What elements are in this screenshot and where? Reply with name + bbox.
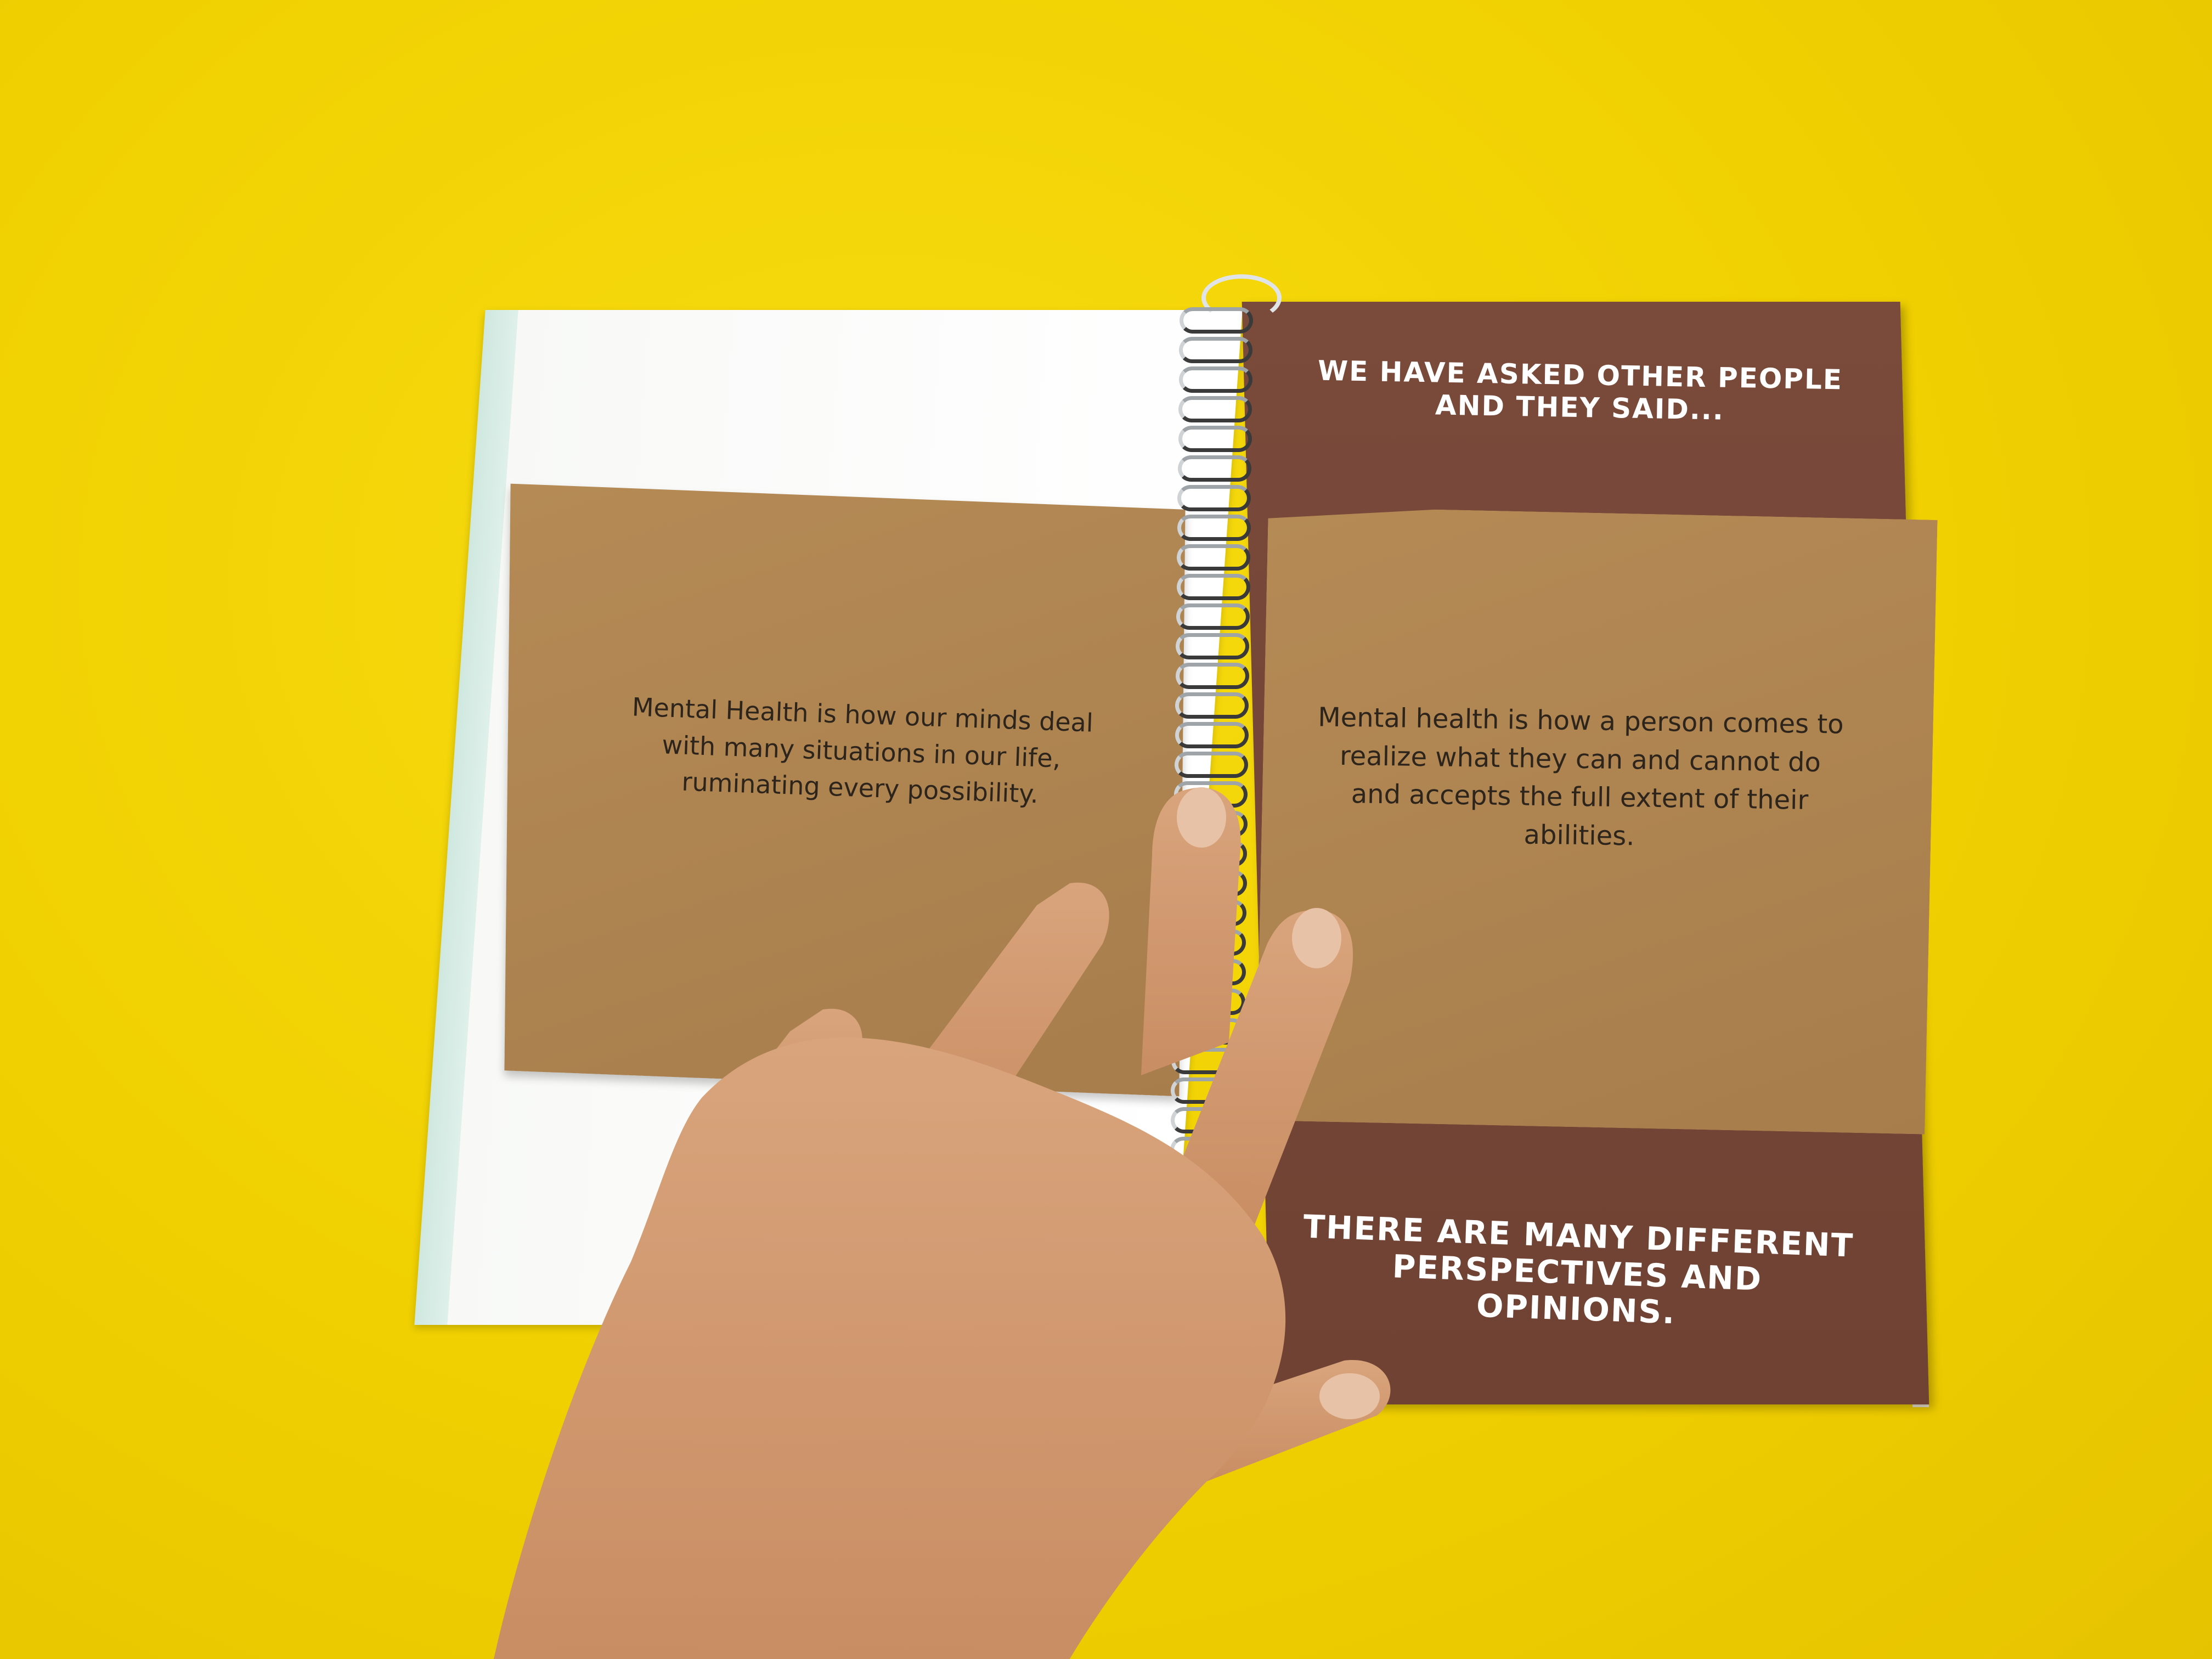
spiral-coil bbox=[1170, 1137, 1244, 1163]
spiral-coil bbox=[1177, 515, 1251, 541]
spiral-coil bbox=[1168, 1314, 1242, 1341]
spiral-coil bbox=[1170, 1107, 1244, 1133]
spiral-coil bbox=[1178, 366, 1252, 393]
spiral-coil bbox=[1172, 989, 1246, 1015]
left-quote: Mental Health is how our minds deal with… bbox=[631, 692, 1094, 809]
spiral-coil bbox=[1175, 722, 1249, 748]
spiral-coil bbox=[1178, 455, 1251, 482]
spiral-coil bbox=[1176, 633, 1250, 659]
spiral-coil bbox=[1178, 396, 1252, 422]
spiral-coil bbox=[1169, 1285, 1243, 1311]
top-headline: WE HAVE ASKED OTHER PEOPLE AND THEY SAID… bbox=[1317, 354, 1843, 426]
spiral-coil bbox=[1176, 574, 1250, 600]
spiral-coil bbox=[1171, 1048, 1245, 1074]
spiral-coil bbox=[1175, 692, 1249, 719]
spiral-coil bbox=[1172, 929, 1246, 956]
spiral-coil bbox=[1176, 603, 1250, 630]
spiral-coil bbox=[1169, 1226, 1243, 1252]
spiral-coil bbox=[1168, 1344, 1242, 1370]
bottom-headline: THERE ARE MANY DIFFERENT PERSPECTIVES AN… bbox=[1302, 1207, 1855, 1331]
spiral-coil bbox=[1173, 811, 1248, 837]
spiral-coil bbox=[1173, 870, 1247, 896]
spiral-coil bbox=[1177, 485, 1251, 511]
photo-scene: WE HAVE ASKED OTHER PEOPLE AND THEY SAID… bbox=[0, 0, 2212, 1659]
spiral-coil bbox=[1170, 1196, 1243, 1222]
spiral-coil bbox=[1171, 1077, 1245, 1104]
spiral-coil bbox=[1175, 752, 1248, 778]
spiral-coil bbox=[1170, 1166, 1244, 1193]
spiral-coil bbox=[1169, 1255, 1243, 1282]
right-quote: Mental health is how a person comes to r… bbox=[1317, 702, 1844, 852]
spiral-coil bbox=[1179, 337, 1253, 363]
spiral-coil bbox=[1175, 663, 1249, 689]
spiral-coil bbox=[1173, 840, 1248, 867]
spiral-coil bbox=[1172, 959, 1246, 985]
spiral-coil bbox=[1180, 307, 1253, 334]
spiral-coil bbox=[1178, 426, 1252, 452]
spiral-coil bbox=[1177, 544, 1251, 571]
spiral-binding bbox=[1158, 274, 1284, 1370]
spiral-coil bbox=[1174, 781, 1248, 808]
spiral-coil bbox=[1173, 900, 1246, 926]
spiral-coil bbox=[1171, 1018, 1245, 1045]
